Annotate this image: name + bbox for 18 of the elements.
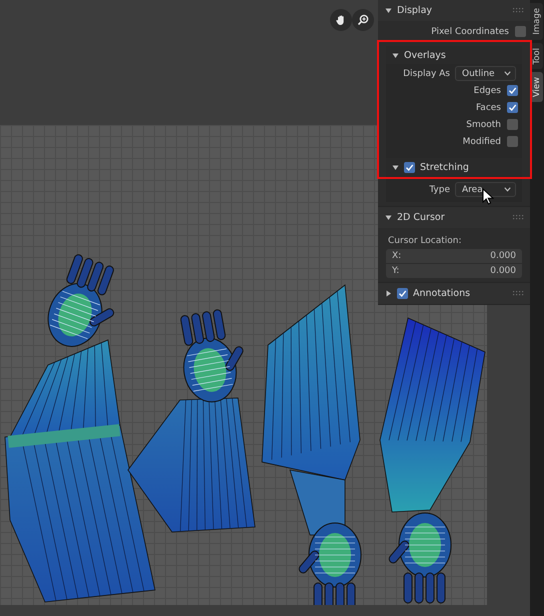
field-label: Display As — [402, 68, 450, 78]
panel-title: Stretching — [420, 162, 469, 172]
number-field[interactable]: Y: 0.000 — [386, 264, 522, 278]
field-label: Type — [428, 184, 450, 194]
section-label: Cursor Location: — [387, 235, 463, 248]
checkbox-label: Faces — [476, 102, 501, 112]
dropdown[interactable]: Outline — [455, 66, 516, 81]
checkbox-label: Pixel Coordinates — [431, 26, 509, 36]
dropdown[interactable]: Area — [455, 182, 516, 197]
panel-title: Annotations — [413, 288, 470, 299]
panel-title: 2D Cursor — [397, 212, 445, 223]
checkbox-label: Smooth — [466, 120, 501, 130]
panel-title: Overlays — [404, 50, 446, 60]
checkbox-label: Edges — [474, 86, 501, 96]
checkbox-label: Modified — [462, 136, 501, 146]
sidebar-tab[interactable]: Image — [530, 3, 543, 40]
number-field[interactable]: X: 0.000 — [386, 249, 522, 264]
panel-title: Display — [397, 5, 432, 16]
